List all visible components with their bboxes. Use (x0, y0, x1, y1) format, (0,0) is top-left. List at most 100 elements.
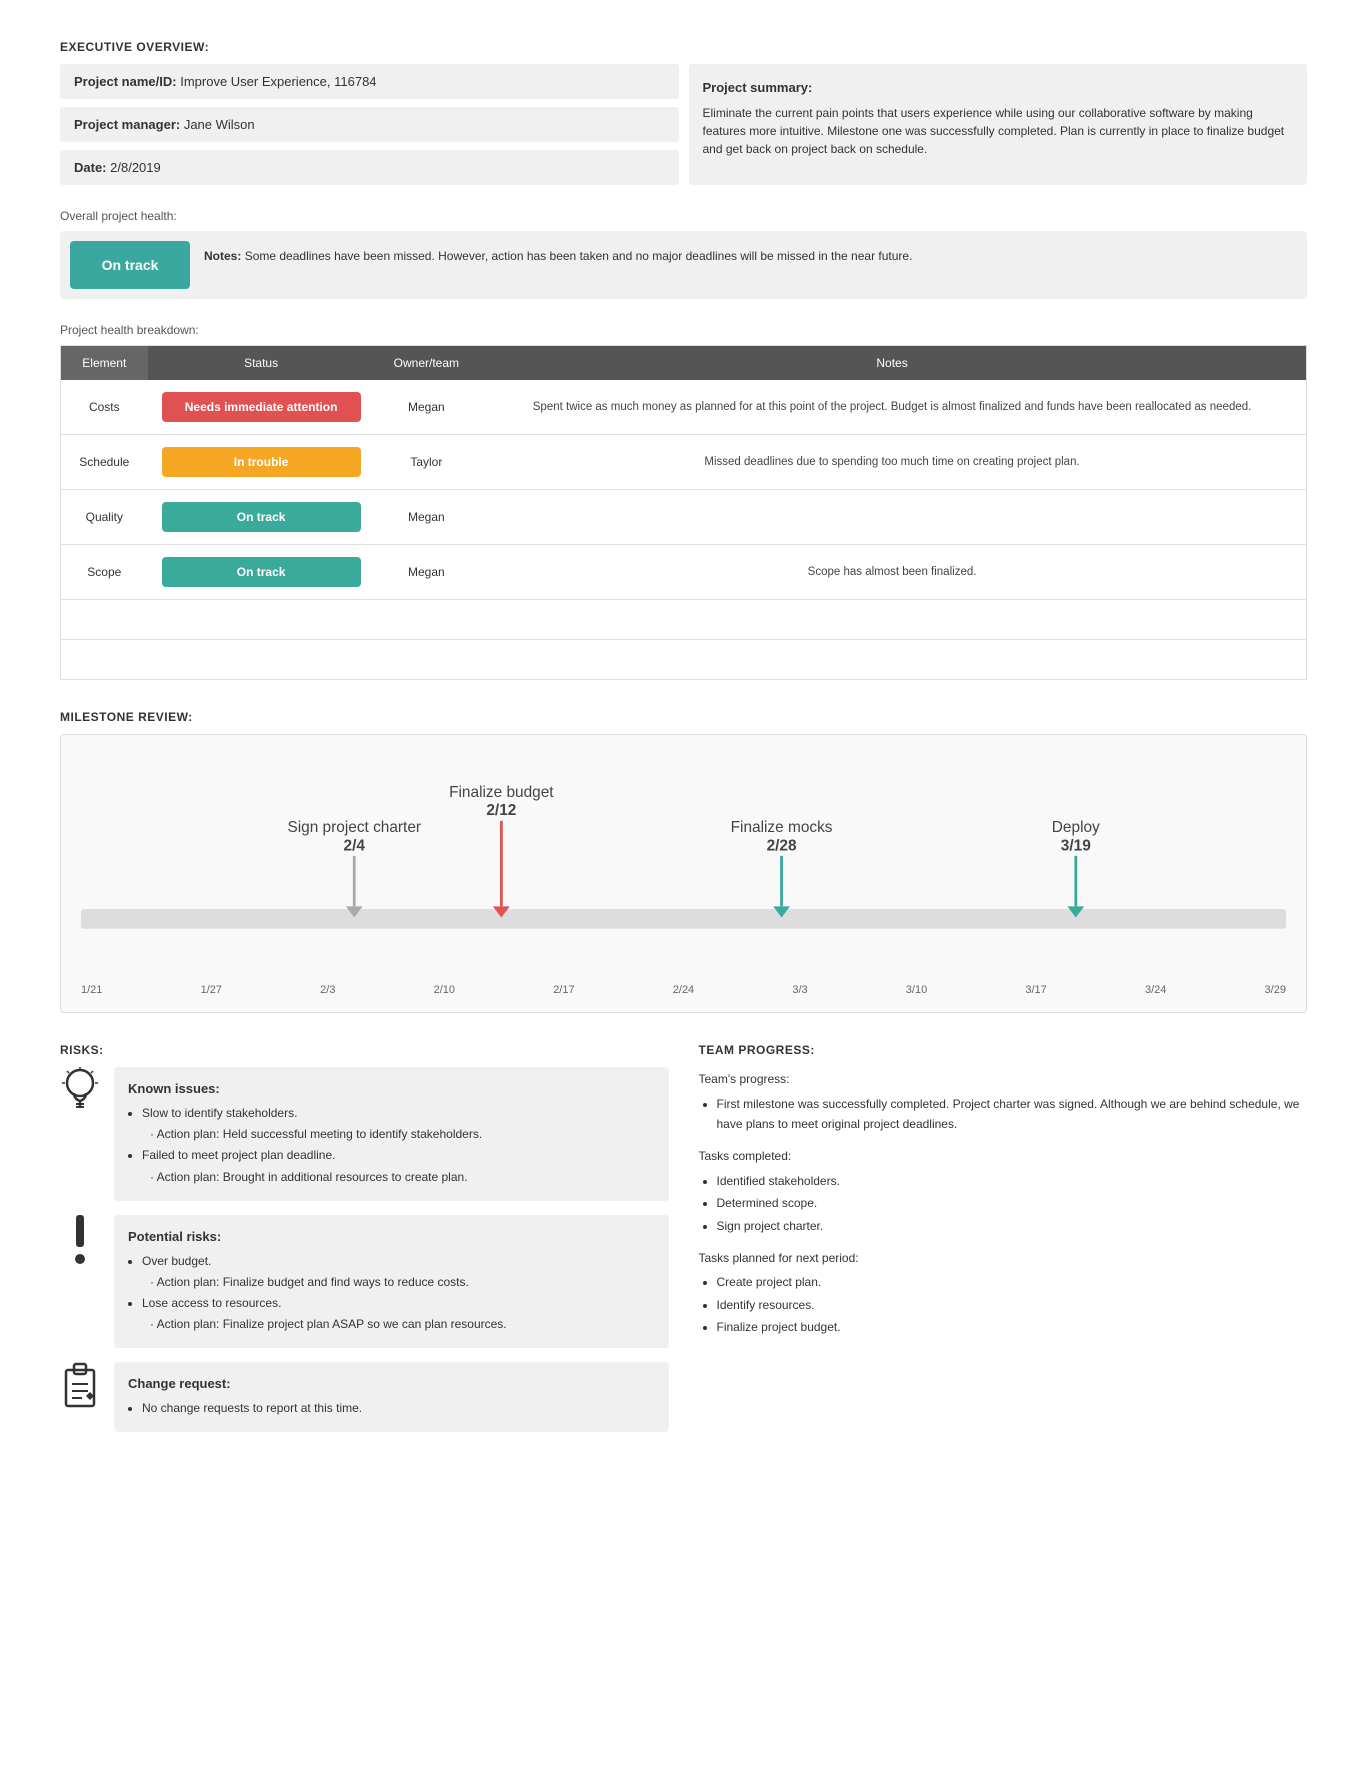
executive-overview-section: EXECUTIVE OVERVIEW: Project name/ID: Imp… (60, 40, 1307, 185)
x-label-9: 3/17 (1025, 984, 1046, 996)
project-manager-field: Project manager: Jane Wilson (60, 107, 679, 142)
status-badge: On track (162, 502, 361, 532)
planned-3: Finalize project budget. (717, 1317, 1308, 1337)
change-request-1: No change requests to report at this tim… (142, 1399, 655, 1418)
team-progress-bullet-1: First milestone was successfully complet… (717, 1094, 1308, 1135)
project-name-value: Improve User Experience, 116784 (180, 74, 376, 89)
completed-1: Identified stakeholders. (717, 1171, 1308, 1191)
x-label-8: 3/10 (906, 984, 927, 996)
col-notes: Notes (478, 346, 1306, 381)
known-issue-2: · Action plan: Held successful meeting t… (142, 1125, 655, 1144)
element-cell: Costs (61, 380, 148, 435)
health-notes: Notes: Some deadlines have been missed. … (204, 241, 912, 289)
element-cell: Quality (61, 490, 148, 545)
completed-2: Determined scope. (717, 1193, 1308, 1213)
status-badge: Needs immediate attention (162, 392, 361, 422)
owner-cell: Megan (375, 380, 479, 435)
summary-text: Eliminate the current pain points that u… (703, 106, 1285, 156)
col-status: Status (148, 346, 375, 381)
date-field: Date: 2/8/2019 (60, 150, 679, 185)
x-label-6: 2/24 (673, 984, 694, 996)
change-request-title: Change request: (128, 1374, 655, 1395)
notes-label: Notes: (204, 249, 241, 263)
svg-text:3/19: 3/19 (1061, 837, 1091, 854)
project-name-field: Project name/ID: Improve User Experience… (60, 64, 679, 99)
x-label-7: 3/3 (792, 984, 807, 996)
status-cell (148, 640, 375, 680)
notes-cell (478, 600, 1306, 640)
known-issue-3: Failed to meet project plan deadline. (142, 1146, 655, 1165)
team-progress-section: TEAM PROGRESS: Team's progress: First mi… (699, 1043, 1308, 1446)
x-label-5: 2/17 (553, 984, 574, 996)
x-label-10: 3/24 (1145, 984, 1166, 996)
milestone-review-section: MILESTONE REVIEW: Sign project charter 2… (60, 710, 1307, 1013)
svg-text:2/12: 2/12 (486, 802, 516, 819)
change-request-box: Change request: No change requests to re… (114, 1362, 669, 1432)
project-manager-label: Project manager: (74, 117, 180, 132)
project-manager-value: Jane Wilson (184, 117, 255, 132)
exec-grid: Project name/ID: Improve User Experience… (60, 64, 1307, 185)
known-issue-1: Slow to identify stakeholders. (142, 1104, 655, 1123)
risks-section: RISKS: Known issu (60, 1043, 669, 1446)
clipboard-icon (60, 1362, 100, 1412)
team-progress-title: TEAM PROGRESS: (699, 1043, 1308, 1057)
status-cell: In trouble (148, 435, 375, 490)
notes-text: Some deadlines have been missed. However… (245, 249, 913, 263)
status-cell: On track (148, 545, 375, 600)
breakdown-label: Project health breakdown: (60, 323, 1307, 337)
svg-text:2/28: 2/28 (767, 837, 797, 854)
x-label-1: 1/21 (81, 984, 102, 996)
potential-risks-box: Potential risks: Over budget. · Action p… (114, 1215, 669, 1349)
element-cell (61, 600, 148, 640)
breakdown-table: Element Status Owner/team Notes Costs Nee… (60, 345, 1307, 680)
potential-risk-3: Lose access to resources. (142, 1294, 655, 1313)
health-box: On track Notes: Some deadlines have been… (60, 231, 1307, 299)
status-cell: On track (148, 490, 375, 545)
x-label-4: 2/10 (434, 984, 455, 996)
tasks-completed-label: Tasks completed: (699, 1146, 1308, 1166)
known-issues-box: Known issues: Slow to identify stakehold… (114, 1067, 669, 1201)
x-label-3: 2/3 (320, 984, 335, 996)
tasks-planned-label: Tasks planned for next period: (699, 1248, 1308, 1268)
status-cell (148, 600, 375, 640)
table-row (61, 600, 1307, 640)
svg-text:Sign project charter: Sign project charter (287, 819, 421, 836)
project-name-label: Project name/ID: (74, 74, 177, 89)
breakdown-section: Project health breakdown: Element Status… (60, 323, 1307, 680)
potential-risk-4: · Action plan: Finalize project plan ASA… (142, 1315, 655, 1334)
potential-risks-title: Potential risks: (128, 1227, 655, 1248)
x-label-2: 1/27 (201, 984, 222, 996)
table-row: ScheduleIn troubleTaylorMissed deadlines… (61, 435, 1307, 490)
team-progress-label: Team's progress: (699, 1069, 1308, 1089)
notes-cell: Spent twice as much money as planned for… (478, 380, 1306, 435)
owner-cell: Megan (375, 545, 479, 600)
owner-cell (375, 640, 479, 680)
planned-1: Create project plan. (717, 1272, 1308, 1292)
col-element: Element (61, 346, 148, 381)
overall-health-status: On track (70, 241, 190, 289)
change-request-item: Change request: No change requests to re… (60, 1362, 669, 1432)
x-label-11: 3/29 (1265, 984, 1286, 996)
milestone-title: MILESTONE REVIEW: (60, 710, 1307, 724)
table-row: ScopeOn trackMeganScope has almost been … (61, 545, 1307, 600)
completed-3: Sign project charter. (717, 1216, 1308, 1236)
svg-text:2/4: 2/4 (344, 837, 366, 854)
status-badge: On track (162, 557, 361, 587)
svg-text:Finalize budget: Finalize budget (449, 784, 554, 801)
status-cell: Needs immediate attention (148, 380, 375, 435)
bulb-icon (60, 1067, 100, 1117)
health-label: Overall project health: (60, 209, 1307, 223)
element-cell: Schedule (61, 435, 148, 490)
col-owner: Owner/team (375, 346, 479, 381)
team-progress-content: Team's progress: First milestone was suc… (699, 1069, 1308, 1337)
notes-cell (478, 640, 1306, 680)
notes-cell: Missed deadlines due to spending too muc… (478, 435, 1306, 490)
milestone-svg: Sign project charter 2/4 Finalize budget… (81, 755, 1286, 979)
table-row (61, 640, 1307, 680)
potential-risk-2: · Action plan: Finalize budget and find … (142, 1273, 655, 1292)
planned-2: Identify resources. (717, 1295, 1308, 1315)
overall-health-section: Overall project health: On track Notes: … (60, 209, 1307, 299)
element-cell (61, 640, 148, 680)
table-row: Costs Needs immediate attention MeganSpent… (61, 380, 1307, 435)
exclaim-icon (60, 1215, 100, 1265)
